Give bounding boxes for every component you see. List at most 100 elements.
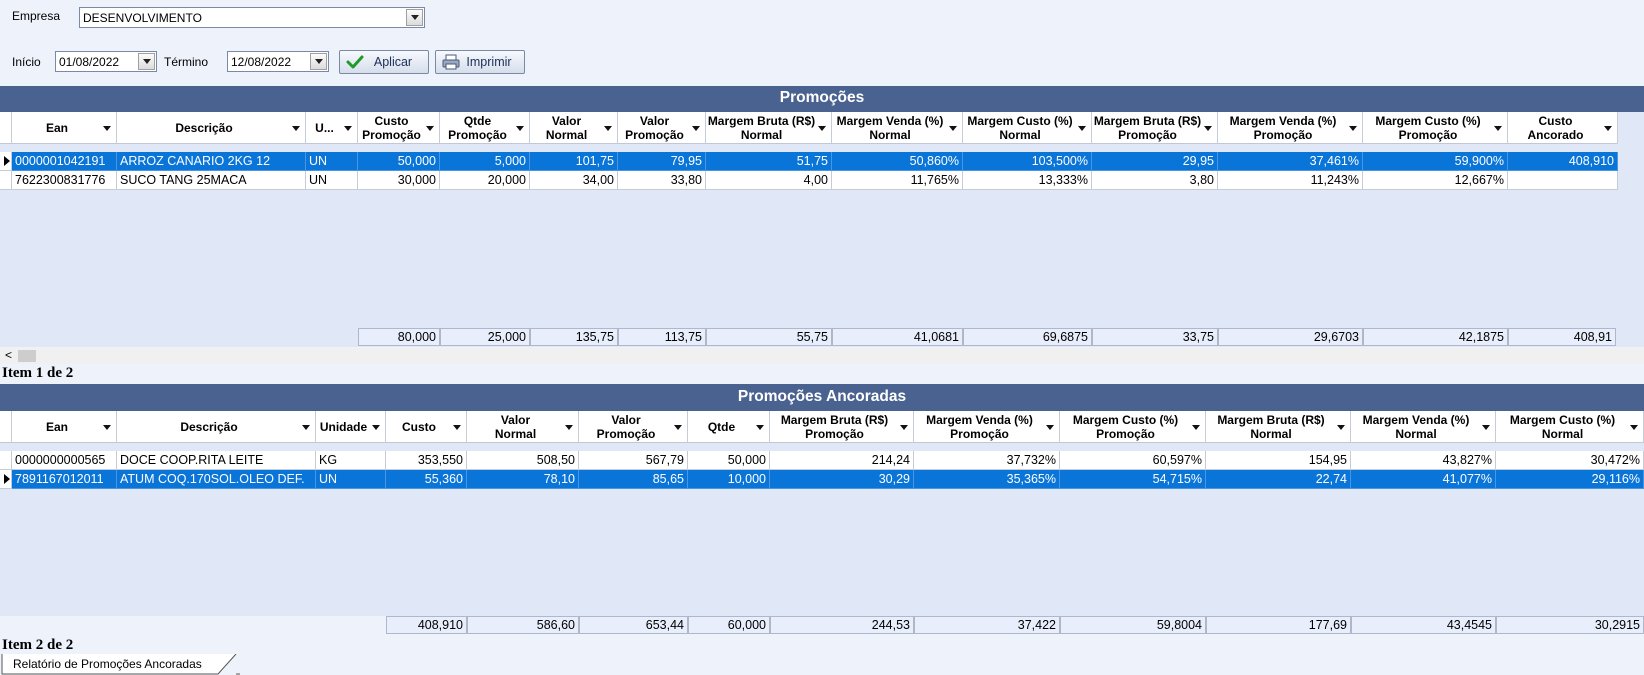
table-row[interactable]: 7891167012011 ATUM COQ.170SOL.OLEO DEF. UN… xyxy=(0,470,1644,489)
table-cell[interactable]: 34,00 xyxy=(530,171,618,190)
sort-arrow-icon[interactable] xyxy=(453,425,461,430)
header-1[interactable]: Ean xyxy=(12,411,117,443)
table-cell[interactable]: 79,95 xyxy=(618,152,706,171)
header-3[interactable]: U... xyxy=(306,112,358,144)
table-cell[interactable]: KG xyxy=(316,451,386,470)
header-13[interactable]: Margem Custo (%) Normal xyxy=(1496,411,1644,443)
header-10[interactable]: Margem Custo (%) Promoção xyxy=(1060,411,1206,443)
sort-arrow-icon[interactable] xyxy=(372,425,380,430)
table-cell[interactable]: 7891167012011 xyxy=(12,470,117,489)
row-indicator[interactable] xyxy=(0,152,12,171)
table-cell[interactable]: 85,65 xyxy=(579,470,688,489)
table-cell[interactable]: 37,461% xyxy=(1218,152,1363,171)
row-indicator[interactable] xyxy=(0,451,12,470)
table-cell[interactable]: 154,95 xyxy=(1206,451,1351,470)
promocoes-grid[interactable]: Ean Descrição U... Custo Promoção Qtde Promoçã… xyxy=(0,112,1644,347)
table-cell[interactable]: 29,95 xyxy=(1092,152,1218,171)
table-cell[interactable]: 10,000 xyxy=(688,470,770,489)
table-cell[interactable]: 20,000 xyxy=(440,171,530,190)
table-cell[interactable]: 11,243% xyxy=(1218,171,1363,190)
header-11[interactable]: Margem Bruta (R$) Promoção xyxy=(1092,112,1218,144)
header-6[interactable]: Valor Normal xyxy=(530,112,618,144)
table-cell[interactable]: SUCO TANG 25MACA xyxy=(117,171,306,190)
chevron-down-icon[interactable] xyxy=(310,53,327,70)
sort-arrow-icon[interactable] xyxy=(1630,425,1638,430)
table-cell[interactable]: 5,000 xyxy=(440,152,530,171)
header-8[interactable]: Margem Bruta (R$) Promoção xyxy=(770,411,914,443)
header-2[interactable]: Descrição xyxy=(117,112,306,144)
header-14[interactable]: Custo Ancorado xyxy=(1508,112,1618,144)
sort-arrow-icon[interactable] xyxy=(1046,425,1054,430)
header-9[interactable]: Margem Venda (%) Promoção xyxy=(914,411,1060,443)
table-cell[interactable]: 11,765% xyxy=(832,171,963,190)
header-12[interactable]: Margem Venda (%) Promoção xyxy=(1218,112,1363,144)
aplicar-button[interactable]: Aplicar xyxy=(339,50,429,74)
table-row[interactable]: 0000000000565 DOCE COOP.RITA LEITE KG 353,5… xyxy=(0,451,1644,470)
table-cell[interactable]: 567,79 xyxy=(579,451,688,470)
table-cell[interactable]: 59,900% xyxy=(1363,152,1508,171)
table-cell[interactable]: 408,910 xyxy=(1508,152,1618,171)
sort-arrow-icon[interactable] xyxy=(565,425,573,430)
table-cell[interactable]: 103,500% xyxy=(963,152,1092,171)
chevron-down-icon[interactable] xyxy=(406,9,423,26)
table-cell[interactable]: 30,29 xyxy=(770,470,914,489)
table-cell[interactable]: 43,827% xyxy=(1351,451,1496,470)
header-12[interactable]: Margem Venda (%) Normal xyxy=(1351,411,1496,443)
imprimir-button[interactable]: Imprimir xyxy=(435,50,525,74)
table-cell[interactable]: 7622300831776 xyxy=(12,171,117,190)
inicio-date-picker[interactable]: 01/08/2022 xyxy=(55,51,157,72)
table-cell[interactable] xyxy=(1508,171,1618,190)
table-cell[interactable]: 54,715% xyxy=(1060,470,1206,489)
header-9[interactable]: Margem Venda (%) Normal xyxy=(832,112,963,144)
horizontal-scrollbar[interactable]: < xyxy=(0,348,1644,364)
table-cell[interactable]: 508,50 xyxy=(467,451,579,470)
sort-arrow-icon[interactable] xyxy=(292,126,300,131)
sort-arrow-icon[interactable] xyxy=(1204,126,1212,131)
sort-arrow-icon[interactable] xyxy=(1192,425,1200,430)
sort-arrow-icon[interactable] xyxy=(674,425,682,430)
table-cell[interactable]: 12,667% xyxy=(1363,171,1508,190)
tab-relatorio-ancoradas[interactable]: Relatório de Promoções Ancoradas xyxy=(13,657,202,671)
table-cell[interactable]: 0000001042191 xyxy=(12,152,117,171)
table-cell[interactable]: 55,360 xyxy=(386,470,467,489)
table-cell[interactable]: 0000000000565 xyxy=(12,451,117,470)
empresa-select[interactable]: DESENVOLVIMENTO xyxy=(79,7,425,28)
table-cell[interactable]: 51,75 xyxy=(706,152,832,171)
sort-arrow-icon[interactable] xyxy=(1337,425,1345,430)
table-cell[interactable]: 4,00 xyxy=(706,171,832,190)
table-cell[interactable]: 50,000 xyxy=(358,152,440,171)
termino-date-picker[interactable]: 12/08/2022 xyxy=(227,51,329,72)
sort-arrow-icon[interactable] xyxy=(103,126,111,131)
header-7[interactable]: Valor Promoção xyxy=(618,112,706,144)
sort-arrow-icon[interactable] xyxy=(1078,126,1086,131)
row-indicator[interactable] xyxy=(0,470,12,489)
sort-arrow-icon[interactable] xyxy=(103,425,111,430)
header-13[interactable]: Margem Custo (%) Promoção xyxy=(1363,112,1508,144)
row-indicator[interactable] xyxy=(0,171,12,190)
table-row[interactable]: 7622300831776 SUCO TANG 25MACA UN 30,000 20,… xyxy=(0,171,1618,190)
header-2[interactable]: Descrição xyxy=(117,411,316,443)
header-4[interactable]: Custo Promoção xyxy=(358,112,440,144)
table-cell[interactable]: DOCE COOP.RITA LEITE xyxy=(117,451,316,470)
sort-arrow-icon[interactable] xyxy=(1349,126,1357,131)
sort-arrow-icon[interactable] xyxy=(1494,126,1502,131)
table-cell[interactable]: 353,550 xyxy=(386,451,467,470)
table-cell[interactable]: ARROZ CANARIO 2KG 12 xyxy=(117,152,306,171)
sort-arrow-icon[interactable] xyxy=(1604,126,1612,131)
table-cell[interactable]: UN xyxy=(316,470,386,489)
table-cell[interactable]: 214,24 xyxy=(770,451,914,470)
table-row[interactable]: 0000001042191 ARROZ CANARIO 2KG 12 UN 50,00… xyxy=(0,152,1618,171)
sort-arrow-icon[interactable] xyxy=(344,126,352,131)
sort-arrow-icon[interactable] xyxy=(426,126,434,131)
header-11[interactable]: Margem Bruta (R$) Normal xyxy=(1206,411,1351,443)
header-1[interactable]: Ean xyxy=(12,112,117,144)
header-10[interactable]: Margem Custo (%) Normal xyxy=(963,112,1092,144)
sort-arrow-icon[interactable] xyxy=(692,126,700,131)
sort-arrow-icon[interactable] xyxy=(1482,425,1490,430)
table-cell[interactable]: 50,000 xyxy=(688,451,770,470)
table-cell[interactable]: 60,597% xyxy=(1060,451,1206,470)
table-cell[interactable]: 30,472% xyxy=(1496,451,1644,470)
scroll-left-icon[interactable]: < xyxy=(5,348,12,362)
table-cell[interactable]: 3,80 xyxy=(1092,171,1218,190)
table-cell[interactable]: 33,80 xyxy=(618,171,706,190)
